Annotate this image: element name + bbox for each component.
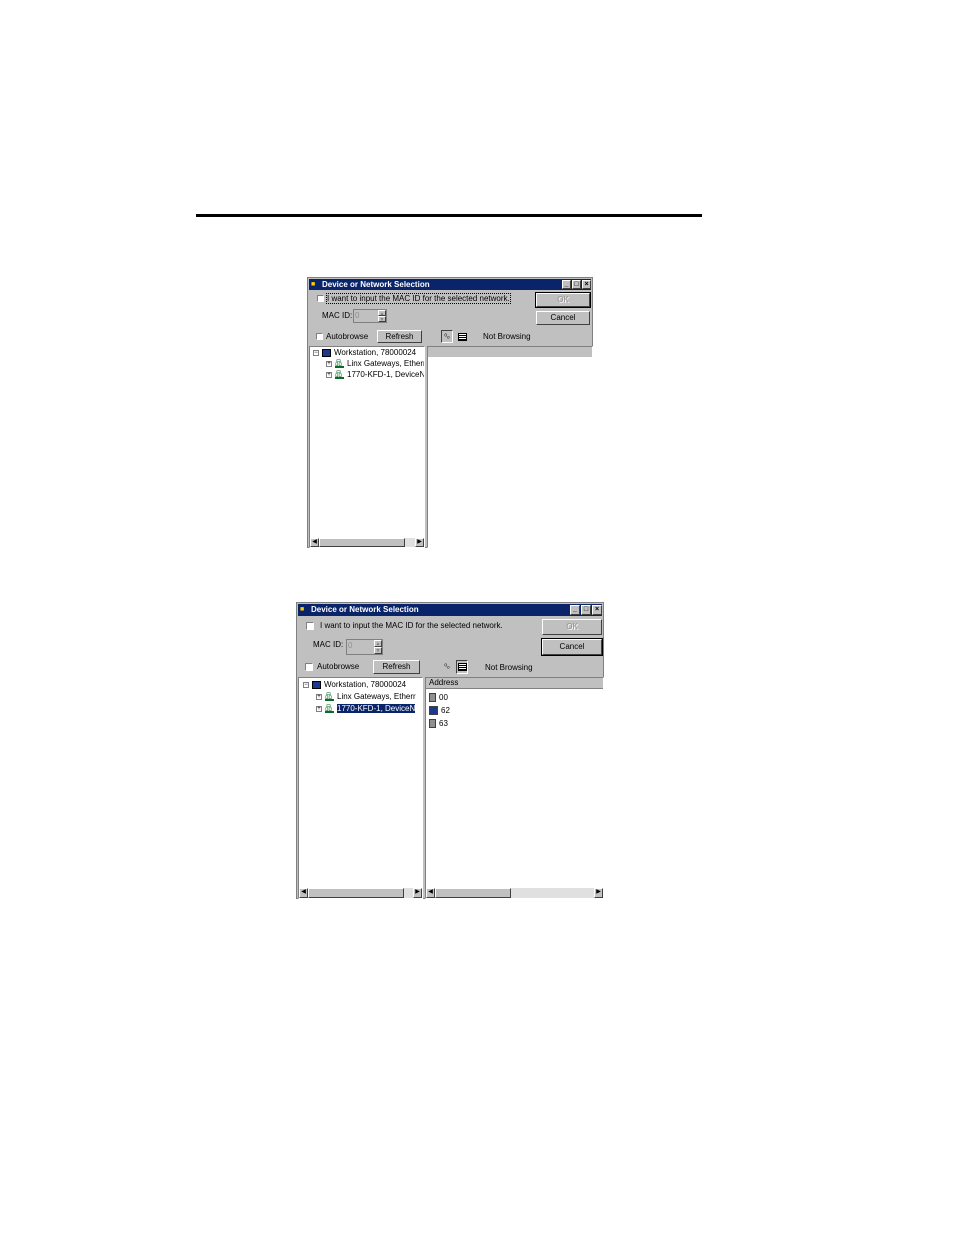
app-icon: ■ [311, 281, 316, 288]
network-icon: 品 [335, 370, 344, 379]
autobrowse-label: Autobrowse [317, 662, 360, 671]
device-icon [429, 693, 436, 703]
tree-item-label: Workstation, 78000024 [334, 348, 417, 357]
dialog-title: Device or Network Selection [311, 605, 419, 614]
tree-item-label: 1770-KFD-1, DeviceN [347, 370, 425, 379]
browse-status: Not Browsing [485, 663, 533, 672]
autobrowse-checkbox[interactable] [316, 333, 323, 340]
refresh-button[interactable]: Refresh [377, 330, 422, 343]
scroll-thumb[interactable] [308, 888, 404, 898]
tree-item-devicenet[interactable]: + 品 1770-KFD-1, DeviceN [316, 704, 416, 714]
mac-id-checkbox[interactable] [306, 622, 314, 630]
maximize-icon[interactable]: □ [572, 280, 581, 289]
list-header [428, 347, 592, 357]
scroll-left-icon[interactable]: ◀ [310, 538, 319, 547]
device-address: 63 [439, 719, 448, 728]
spin-down-icon[interactable]: ▼ [374, 647, 382, 654]
list-item[interactable]: 63 [429, 719, 448, 729]
device-list-pane[interactable] [427, 346, 593, 548]
workstation-icon [322, 348, 331, 357]
maximize-icon[interactable]: □ [581, 605, 591, 615]
expand-icon[interactable]: + [326, 360, 332, 367]
tree-item-workstation[interactable]: − Workstation, 78000024 [303, 680, 406, 690]
tree-horizontal-scrollbar[interactable]: ◀ ▶ [299, 888, 422, 898]
spin-up-icon[interactable]: ▲ [374, 640, 382, 647]
title-bar[interactable]: ■ Device or Network Selection _ □ × [309, 279, 591, 290]
tree-item-linx-gateways[interactable]: + 品 Linx Gateways, Etherr [316, 692, 416, 702]
tree-item-workstation[interactable]: − Workstation, 78000024 [313, 348, 416, 358]
device-address: 62 [441, 706, 450, 715]
scroll-left-icon[interactable]: ◀ [299, 888, 308, 898]
tree-item-label-selected: 1770-KFD-1, DeviceN [337, 704, 416, 713]
network-icon: 品 [325, 692, 334, 701]
horizontal-rule [196, 214, 702, 217]
refresh-button[interactable]: Refresh [373, 660, 420, 674]
tree-item-devicenet[interactable]: + 品 1770-KFD-1, DeviceN [326, 370, 425, 380]
dialog-title: Device or Network Selection [322, 280, 430, 289]
tree-view-icon[interactable]: ᵒₒ [441, 660, 453, 674]
network-icon: 品 [335, 359, 344, 368]
network-tree-pane[interactable]: − Workstation, 78000024 + 品 Linx Gateways, … [309, 346, 425, 548]
ok-button[interactable]: OK [535, 292, 591, 308]
cancel-button[interactable]: Cancel [541, 638, 603, 656]
list-view-icon[interactable] [456, 660, 468, 674]
device-address: 00 [439, 693, 448, 702]
expand-icon[interactable]: + [316, 693, 322, 700]
cancel-button[interactable]: Cancel [536, 311, 590, 325]
autobrowse-label: Autobrowse [326, 332, 369, 341]
tree-item-label: Linx Gateways, Etherr [337, 692, 416, 701]
network-tree-pane[interactable]: − Workstation, 78000024 + 品 Linx Gateways, … [298, 677, 423, 899]
tree-item-linx-gateways[interactable]: + 品 Linx Gateways, Etherr [326, 359, 425, 369]
list-view-icon[interactable] [456, 330, 468, 343]
autobrowse-checkbox[interactable] [305, 663, 313, 671]
list-item[interactable]: 62 [429, 706, 450, 716]
device-network-selection-dialog-1: ■ Device or Network Selection _ □ × I wa… [307, 277, 593, 548]
mac-id-checkbox-label: I want to input the MAC ID for the selec… [320, 621, 503, 630]
workstation-icon [312, 680, 321, 689]
mac-id-spinner[interactable]: 0 ▲ ▼ [346, 639, 383, 655]
collapse-icon[interactable]: − [303, 681, 309, 688]
tree-item-label: Workstation, 78000024 [324, 680, 407, 689]
browse-status: Not Browsing [483, 332, 531, 341]
app-icon: ■ [300, 606, 305, 613]
mac-id-value: 0 [348, 641, 353, 650]
expand-icon[interactable]: + [326, 371, 332, 378]
scroll-right-icon[interactable]: ▶ [413, 888, 422, 898]
ok-button[interactable]: OK [542, 619, 602, 635]
close-icon[interactable]: × [582, 280, 591, 289]
scroll-thumb[interactable] [319, 538, 405, 547]
device-network-selection-dialog-2: ■ Device or Network Selection _ □ × I wa… [296, 602, 604, 899]
computer-icon [429, 706, 438, 716]
title-bar[interactable]: ■ Device or Network Selection _ □ × [298, 604, 602, 616]
scroll-left-icon[interactable]: ◀ [426, 888, 435, 898]
close-icon[interactable]: × [592, 605, 602, 615]
mac-id-value: 0 [355, 311, 360, 320]
device-list-pane[interactable]: Address 00 62 63 ◀ ▶ [425, 677, 604, 899]
list-item[interactable]: 00 [429, 693, 448, 703]
collapse-icon[interactable]: − [313, 349, 319, 356]
scroll-thumb[interactable] [435, 888, 511, 898]
scroll-right-icon[interactable]: ▶ [594, 888, 603, 898]
mac-id-spinner[interactable]: 0 ▲ ▼ [353, 309, 387, 323]
tree-view-icon[interactable]: ᵒₒ [441, 330, 453, 343]
scroll-right-icon[interactable]: ▶ [415, 538, 424, 547]
minimize-icon[interactable]: _ [570, 605, 580, 615]
spin-down-icon[interactable]: ▼ [378, 316, 386, 323]
expand-icon[interactable]: + [316, 705, 322, 712]
minimize-icon[interactable]: _ [562, 280, 571, 289]
list-horizontal-scrollbar[interactable]: ◀ ▶ [426, 888, 603, 898]
mac-id-checkbox-label: I want to input the MAC ID for the selec… [326, 293, 511, 304]
mac-id-checkbox[interactable] [317, 295, 324, 302]
tree-horizontal-scrollbar[interactable]: ◀ ▶ [310, 538, 424, 547]
address-column-header[interactable]: Address [426, 678, 603, 689]
mac-id-label: MAC ID: [313, 640, 344, 649]
tree-item-label: Linx Gateways, Etherr [347, 359, 425, 368]
network-icon: 品 [325, 704, 334, 713]
device-icon [429, 719, 436, 729]
mac-id-label: MAC ID: [322, 311, 353, 320]
